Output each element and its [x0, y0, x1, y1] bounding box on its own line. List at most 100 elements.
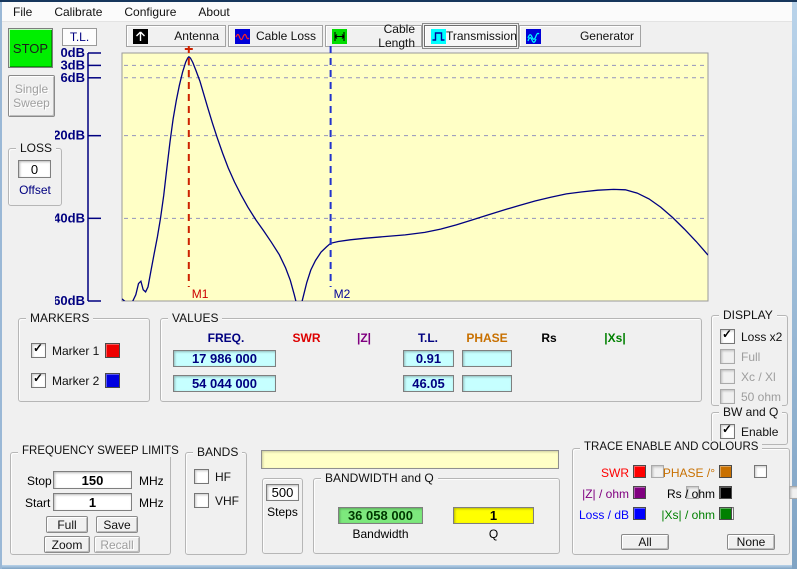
marker1-color-swatch[interactable] [105, 343, 120, 358]
display-lossx2-checkbox[interactable] [720, 329, 735, 344]
marker1-tl-field: 0.91 [403, 350, 454, 367]
rs-header: Rs [531, 331, 567, 345]
display-50ohm-label: 50 ohm [741, 390, 781, 404]
toolbar-antenna-label: Antenna [148, 29, 219, 43]
save-sweep-button[interactable]: Save [96, 516, 138, 533]
loss-offset-input[interactable]: 0 [18, 160, 51, 178]
stop-button[interactable]: STOP [8, 28, 53, 68]
start-freq-input[interactable]: 1 [53, 493, 132, 511]
trace-loss-swatch[interactable] [633, 507, 646, 520]
marker1-phase-field [462, 350, 512, 367]
marker1-row: Marker 1 [31, 343, 120, 358]
display-group-title: DISPLAY [719, 308, 777, 322]
display-lossx2-label: Loss x2 [741, 330, 782, 344]
zoom-sweep-button[interactable]: Zoom [44, 536, 90, 553]
toolbar-cable-loss-button[interactable]: Cable Loss [228, 25, 323, 47]
bwq-enable-row: Enable [720, 424, 778, 439]
sweep-group: FREQUENCY SWEEP LIMITS Stop 150 MHz Star… [10, 452, 171, 555]
trace-phase-label: PHASE /° [661, 466, 715, 480]
menu-about[interactable]: About [187, 4, 240, 20]
bwq-enable-checkbox[interactable] [720, 424, 735, 439]
steps-input[interactable]: 500 [266, 484, 299, 501]
xs-header: |Xs| [593, 331, 637, 345]
marker2-color-swatch[interactable] [105, 373, 120, 388]
marker1-checkbox[interactable] [31, 343, 46, 358]
window-border-left [0, 2, 2, 569]
band-vhf-checkbox[interactable] [194, 493, 209, 508]
marker2-tl-field: 46.05 [403, 375, 454, 392]
display-full-checkbox[interactable] [720, 349, 735, 364]
band-vhf-row: VHF [194, 493, 239, 508]
antenna-icon [133, 29, 148, 44]
display-50ohm-checkbox[interactable] [720, 389, 735, 404]
window-border-right [792, 2, 797, 569]
full-sweep-button[interactable]: Full [46, 516, 88, 533]
trace-xs-swatch[interactable] [719, 507, 732, 520]
bandwidth-group: BANDWIDTH and Q 36 058 000 Bandwidth 1 Q [313, 478, 560, 554]
q-label: Q [453, 527, 534, 541]
toolbar-generator-button[interactable]: Generator [519, 25, 641, 47]
display-group: DISPLAY Loss x2 Full Xc / Xl 50 ohm [711, 315, 788, 406]
generator-icon [526, 29, 541, 44]
transmission-loss-chart[interactable]: 0dB3dB6dB20dB40dB60dBM1M2 [55, 45, 711, 307]
marker2-checkbox[interactable] [31, 373, 46, 388]
swr-header: SWR [284, 331, 329, 345]
single-sweep-label-line2: Sweep [13, 96, 50, 110]
svg-text:20dB: 20dB [55, 128, 85, 143]
display-xcxl-row: Xc / Xl [720, 369, 776, 384]
display-50ohm-row: 50 ohm [720, 389, 781, 404]
band-hf-row: HF [194, 469, 231, 484]
loss-group: LOSS 0 Offset [8, 148, 62, 206]
start-unit-label: MHz [139, 496, 164, 510]
trace-z-swatch[interactable] [633, 486, 646, 499]
recall-sweep-button[interactable]: Recall [94, 536, 140, 553]
marker1-label: Marker 1 [52, 344, 99, 358]
values-group-title: VALUES [168, 311, 222, 325]
toolbar-transmission-button[interactable]: Transmission [424, 25, 517, 47]
loss-offset-label: Offset [9, 183, 61, 197]
toolbar-antenna-button[interactable]: Antenna [126, 25, 226, 47]
trace-phase-checkbox[interactable] [754, 465, 767, 478]
stop-label: Stop [27, 474, 52, 488]
trace-z-label: |Z| / ohm [573, 487, 629, 501]
trace-rs-checkbox[interactable] [789, 486, 797, 499]
trace-swr-swatch[interactable] [633, 465, 646, 478]
q-field: 1 [453, 507, 534, 524]
bandwidth-label: Bandwidth [338, 527, 423, 541]
menu-configure[interactable]: Configure [113, 4, 187, 20]
stop-freq-input[interactable]: 150 [53, 471, 132, 489]
freq-header: FREQ. [176, 331, 276, 345]
steps-box: 500 Steps [262, 478, 303, 554]
svg-text:40dB: 40dB [55, 210, 85, 225]
display-xcxl-checkbox[interactable] [720, 369, 735, 384]
trace-none-button[interactable]: None [727, 534, 775, 550]
svg-text:60dB: 60dB [55, 293, 85, 307]
loss-group-title: LOSS [16, 141, 56, 155]
start-label: Start [25, 496, 50, 510]
toolbar-generator-label: Generator [541, 29, 634, 43]
values-group: VALUES FREQ. SWR |Z| T.L. PHASE Rs |Xs| … [160, 318, 702, 402]
tl-axis-label: T.L. [62, 28, 97, 46]
trace-rs-swatch[interactable] [719, 486, 732, 499]
marker2-row: Marker 2 [31, 373, 120, 388]
single-sweep-button[interactable]: Single Sweep [8, 75, 55, 117]
toolbar-cable-length-button[interactable]: Cable Length [325, 25, 422, 47]
z-header: |Z| [344, 331, 384, 345]
marker2-freq-field[interactable]: 54 044 000 [173, 375, 276, 392]
stop-unit-label: MHz [139, 474, 164, 488]
trace-group-title: TRACE ENABLE AND COLOURS [580, 441, 762, 453]
svg-text:M1: M1 [192, 287, 209, 301]
marker2-phase-field [462, 375, 512, 392]
app-window: File Calibrate Configure About STOP T.L.… [0, 0, 797, 569]
trace-all-button[interactable]: All [621, 534, 669, 550]
menu-calibrate[interactable]: Calibrate [43, 4, 113, 20]
menu-file[interactable]: File [2, 4, 43, 20]
band-vhf-label: VHF [215, 494, 239, 508]
band-hf-checkbox[interactable] [194, 469, 209, 484]
marker2-label: Marker 2 [52, 374, 99, 388]
trace-group: TRACE ENABLE AND COLOURS SWR PHASE /° |Z… [572, 448, 790, 555]
trace-phase-swatch[interactable] [719, 465, 732, 478]
cable-loss-icon [235, 29, 250, 44]
marker1-freq-field[interactable]: 17 986 000 [173, 350, 276, 367]
steps-label: Steps [263, 505, 302, 519]
